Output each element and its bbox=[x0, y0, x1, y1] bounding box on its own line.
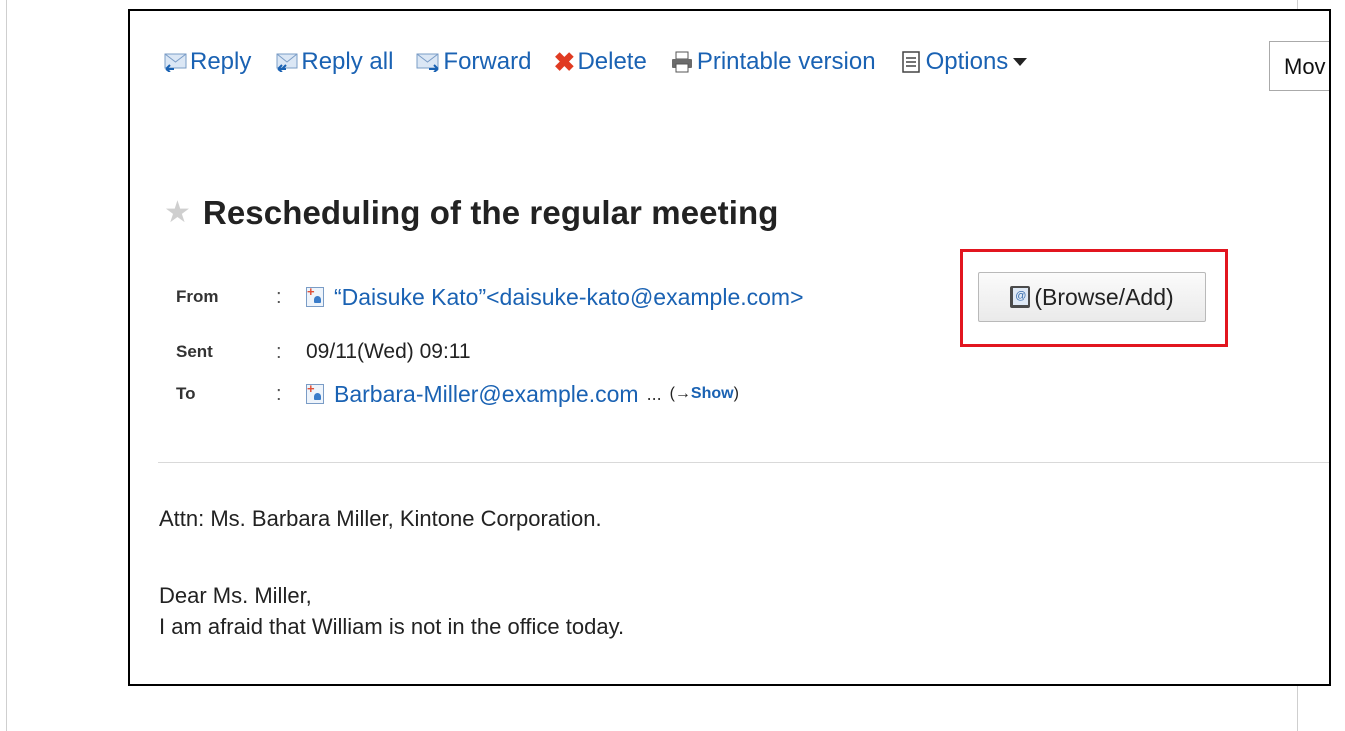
reply-all-button[interactable]: Reply all bbox=[273, 48, 393, 76]
printer-icon bbox=[669, 51, 695, 73]
to-colon: : bbox=[276, 382, 282, 405]
chevron-down-icon bbox=[1013, 58, 1028, 66]
left-border-line bbox=[6, 0, 7, 731]
message-toolbar: Reply Reply all Forward ✖ Delete Printab… bbox=[162, 47, 1049, 77]
to-row: To : Barbara-Miller@example.com ... (→Sh… bbox=[176, 379, 739, 409]
body-line: Attn: Ms. Barbara Miller, Kintone Corpor… bbox=[159, 506, 602, 531]
message-view-frame: Reply Reply all Forward ✖ Delete Printab… bbox=[128, 9, 1331, 686]
star-icon[interactable]: ★ bbox=[164, 198, 191, 228]
to-label: To bbox=[176, 384, 196, 403]
options-dropdown[interactable]: Options bbox=[898, 48, 1028, 76]
from-colon: : bbox=[276, 285, 282, 308]
reply-button[interactable]: Reply bbox=[162, 48, 251, 76]
show-close: ) bbox=[733, 385, 739, 402]
reply-all-icon bbox=[273, 51, 299, 73]
from-label: From bbox=[176, 287, 219, 306]
delete-label: Delete bbox=[577, 48, 647, 75]
subject-title: Rescheduling of the regular meeting bbox=[202, 194, 779, 231]
reply-label: Reply bbox=[190, 48, 252, 75]
printable-version-label: Printable version bbox=[696, 48, 876, 75]
to-address-link[interactable]: Barbara-Miller@example.com bbox=[334, 381, 639, 408]
delete-x-icon: ✖ bbox=[553, 46, 576, 77]
show-recipients: (→Show) bbox=[670, 385, 739, 403]
show-open: (→ bbox=[669, 385, 691, 402]
add-contact-icon[interactable] bbox=[306, 284, 324, 307]
forward-label: Forward bbox=[443, 48, 532, 75]
add-contact-icon[interactable] bbox=[306, 381, 324, 404]
forward-button[interactable]: Forward bbox=[415, 48, 531, 76]
browse-add-label: (Browse/Add) bbox=[1034, 283, 1174, 310]
browse-add-button[interactable]: (Browse/Add) bbox=[978, 272, 1206, 322]
sent-row: Sent : 09/11(Wed) 09:11 bbox=[176, 337, 471, 367]
sent-colon: : bbox=[276, 340, 282, 363]
reply-all-label: Reply all bbox=[301, 48, 394, 75]
options-label: Options bbox=[925, 48, 1009, 75]
move-folder-label: Mov bbox=[1284, 54, 1326, 79]
sent-value: 09/11(Wed) 09:11 bbox=[306, 340, 471, 363]
list-icon bbox=[898, 51, 924, 73]
delete-button[interactable]: ✖ Delete bbox=[553, 46, 647, 77]
reply-icon bbox=[162, 51, 188, 73]
body-line: Dear Ms. Miller, bbox=[159, 583, 312, 608]
show-recipients-link[interactable]: Show bbox=[691, 385, 734, 402]
sent-label: Sent bbox=[176, 342, 213, 361]
printable-version-button[interactable]: Printable version bbox=[669, 48, 876, 76]
more-recipients-ellipsis: ... bbox=[646, 383, 662, 404]
from-row: From : “Daisuke Kato”<daisuke-kato@examp… bbox=[176, 282, 804, 312]
message-subject: ★ Rescheduling of the regular meeting bbox=[164, 194, 779, 232]
from-address-link[interactable]: “Daisuke Kato”<daisuke-kato@example.com> bbox=[334, 284, 804, 311]
move-folder-select[interactable]: Mov bbox=[1269, 41, 1329, 91]
body-line: I am afraid that William is not in the o… bbox=[159, 614, 625, 639]
address-book-icon bbox=[1010, 286, 1031, 308]
forward-icon bbox=[415, 51, 441, 73]
header-body-divider bbox=[158, 462, 1329, 463]
message-body: Attn: Ms. Barbara Miller, Kintone Corpor… bbox=[159, 503, 624, 642]
